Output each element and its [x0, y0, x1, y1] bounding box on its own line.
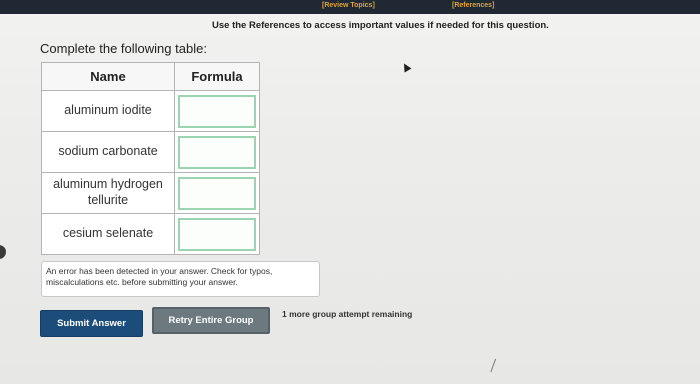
- question-prompt: Complete the following table:: [40, 41, 207, 56]
- formula-input[interactable]: [178, 94, 256, 128]
- formula-column-header: Formula: [174, 62, 260, 91]
- side-handle-icon: [0, 245, 6, 259]
- mouse-cursor-icon: [400, 61, 412, 73]
- attempts-remaining: 1 more group attempt remaining: [282, 309, 413, 319]
- references-link[interactable]: [References]: [452, 2, 494, 9]
- table-row: aluminum hydrogen tellurite: [41, 172, 260, 214]
- submit-answer-button[interactable]: Submit Answer: [40, 310, 143, 337]
- retry-entire-group-button[interactable]: Retry Entire Group: [152, 307, 270, 334]
- top-bar: [Review Topics] [References]: [0, 0, 700, 14]
- table-row: cesium selenate: [41, 213, 260, 255]
- compound-name: aluminum iodite: [41, 90, 175, 132]
- table-row: sodium carbonate: [41, 131, 260, 173]
- review-topics-link[interactable]: [Review Topics]: [322, 2, 375, 9]
- formula-input[interactable]: [178, 217, 256, 251]
- references-instruction: Use the References to access important v…: [212, 20, 549, 31]
- table-header-row: Name Formula: [41, 62, 260, 91]
- error-message: An error has been detected in your answe…: [41, 261, 320, 297]
- name-column-header: Name: [41, 62, 175, 91]
- compound-name: cesium selenate: [41, 213, 175, 255]
- formula-cell: [174, 90, 260, 132]
- compound-name: aluminum hydrogen tellurite: [41, 172, 175, 214]
- screen-mark: [481, 355, 497, 373]
- answer-table: Name Formula aluminum iodite sodium carb…: [41, 62, 260, 255]
- formula-input[interactable]: [178, 135, 256, 169]
- formula-cell: [174, 131, 260, 173]
- formula-cell: [174, 213, 260, 255]
- formula-input[interactable]: [178, 176, 256, 210]
- compound-name: sodium carbonate: [41, 131, 175, 173]
- formula-cell: [174, 172, 260, 214]
- table-row: aluminum iodite: [41, 90, 260, 132]
